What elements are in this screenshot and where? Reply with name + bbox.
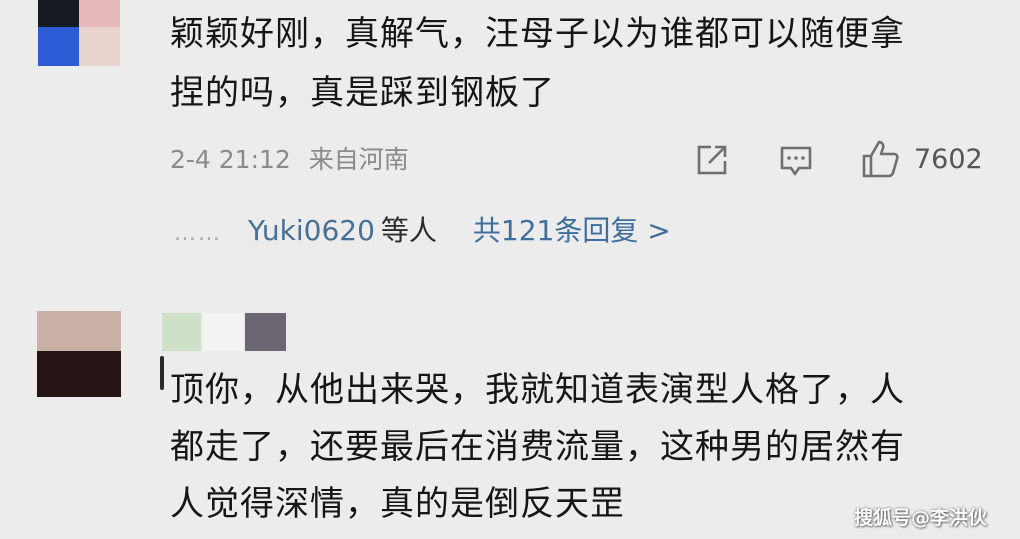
- view-replies-link[interactable]: 共121条回复 >: [473, 214, 671, 247]
- reply-suffix: 等人: [380, 214, 437, 247]
- comment-1-timestamp: 2-4 21:12: [170, 145, 291, 174]
- avatar-commenter-2[interactable]: [37, 311, 121, 397]
- comment-1-location: 来自河南: [308, 145, 409, 174]
- username-separator: [160, 356, 164, 390]
- share-icon[interactable]: [694, 142, 730, 178]
- comment-2-text-line-3: 人觉得深情，真的是倒反天罡: [170, 484, 625, 524]
- replies-summary: …… Yuki0620 等人 共121条回复 >: [174, 211, 671, 254]
- like-icon[interactable]: [860, 138, 902, 180]
- comment-icon[interactable]: [778, 143, 814, 179]
- comment-1-meta: 2-4 21:12 来自河南: [170, 140, 409, 180]
- like-count: 7602: [914, 144, 983, 175]
- comment-1-text-line-1: 颖颖好刚，真解气，汪母子以为谁都可以随便拿: [170, 14, 905, 54]
- reply-user-link[interactable]: Yuki0620: [248, 214, 375, 247]
- comment-2-username[interactable]: [162, 313, 286, 351]
- replies-dots: ……: [174, 221, 222, 246]
- comment-2-text-line-1: 顶你，从他出来哭，我就知道表演型人格了，人: [170, 370, 905, 410]
- comment-1-text-line-2: 捏的吗，真是踩到钢板了: [170, 73, 555, 113]
- comment-2-text-line-2: 都走了，还要最后在消费流量，这种男的居然有: [170, 427, 905, 467]
- avatar-commenter-1[interactable]: [38, 0, 120, 66]
- source-watermark: 搜狐号@李洪伙: [854, 507, 988, 529]
